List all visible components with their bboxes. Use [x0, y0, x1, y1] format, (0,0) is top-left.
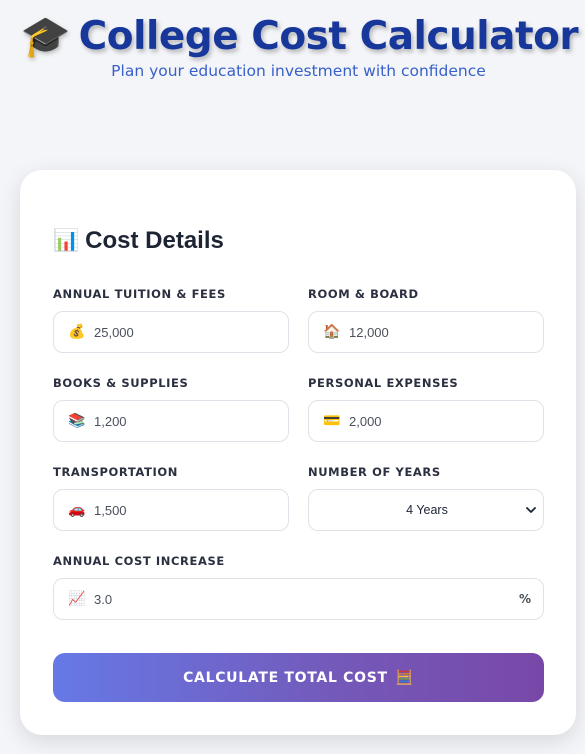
calculate-button-label: CALCULATE TOTAL COST [183, 669, 388, 686]
house-icon: 🏠 [323, 324, 341, 340]
books-label: Books & Supplies [53, 376, 189, 390]
personal-expenses-label: Personal Expenses [308, 376, 459, 390]
money-bag-icon: 💰 [68, 324, 86, 340]
tuition-label: Annual Tuition & Fees [53, 287, 226, 301]
calculate-total-cost-button[interactable]: CALCULATE TOTAL COST 🧮 [53, 653, 544, 702]
page: 🎓 College Cost Calculator Plan your educ… [0, 0, 585, 754]
percent-suffix: % [518, 592, 531, 606]
tuition-field: Annual Tuition & Fees 💰 25,000 [53, 286, 289, 353]
books-field: Books & Supplies 📚 1,200 [53, 375, 289, 442]
transportation-input[interactable]: 🚗 1,500 [53, 489, 289, 531]
cost-increase-label: Annual Cost Increase [53, 554, 225, 568]
chevron-down-icon [526, 507, 536, 513]
tuition-value: 25,000 [94, 324, 134, 340]
cost-increase-value: 3.0 [94, 591, 113, 607]
chart-increasing-icon: 📈 [68, 591, 86, 607]
title-row: 🎓 College Cost Calculator [14, 14, 585, 59]
page-subtitle: Plan your education investment with conf… [111, 62, 486, 80]
car-icon: 🚗 [68, 502, 86, 518]
credit-card-icon: 💳 [323, 413, 341, 429]
personal-expenses-value: 2,000 [349, 413, 382, 429]
books-input[interactable]: 📚 1,200 [53, 400, 289, 442]
years-selected-value: 4 Years [406, 503, 448, 517]
transportation-field: Transportation 🚗 1,500 [53, 464, 289, 531]
room-board-field: Room & Board 🏠 12,000 [308, 286, 544, 353]
section-heading: 📊 Cost Details [53, 227, 224, 255]
calculator-card: 📊 Cost Details Annual Tuition & Fees 💰 2… [20, 170, 576, 735]
years-select[interactable]: 4 Years [308, 489, 544, 531]
header: 🎓 College Cost Calculator Plan your educ… [0, 14, 585, 80]
room-board-input[interactable]: 🏠 12,000 [308, 311, 544, 353]
years-label: Number of Years [308, 465, 441, 479]
personal-expenses-field: Personal Expenses 💳 2,000 [308, 375, 544, 442]
years-field: Number of Years 4 Years [308, 464, 544, 531]
page-title: College Cost Calculator [78, 14, 579, 59]
books-value: 1,200 [94, 413, 127, 429]
personal-expenses-input[interactable]: 💳 2,000 [308, 400, 544, 442]
graduation-cap-icon: 🎓 [20, 13, 71, 60]
section-title: Cost Details [85, 227, 224, 254]
transportation-label: Transportation [53, 465, 178, 479]
cost-increase-field: Annual Cost Increase 📈 3.0 % [53, 553, 544, 620]
books-icon: 📚 [68, 413, 86, 429]
cost-increase-input[interactable]: 📈 3.0 % [53, 578, 544, 620]
transportation-value: 1,500 [94, 502, 127, 518]
room-board-label: Room & Board [308, 287, 419, 301]
room-board-value: 12,000 [349, 324, 389, 340]
tuition-input[interactable]: 💰 25,000 [53, 311, 289, 353]
bar-chart-icon: 📊 [53, 229, 80, 252]
abacus-icon: 🧮 [395, 669, 414, 686]
